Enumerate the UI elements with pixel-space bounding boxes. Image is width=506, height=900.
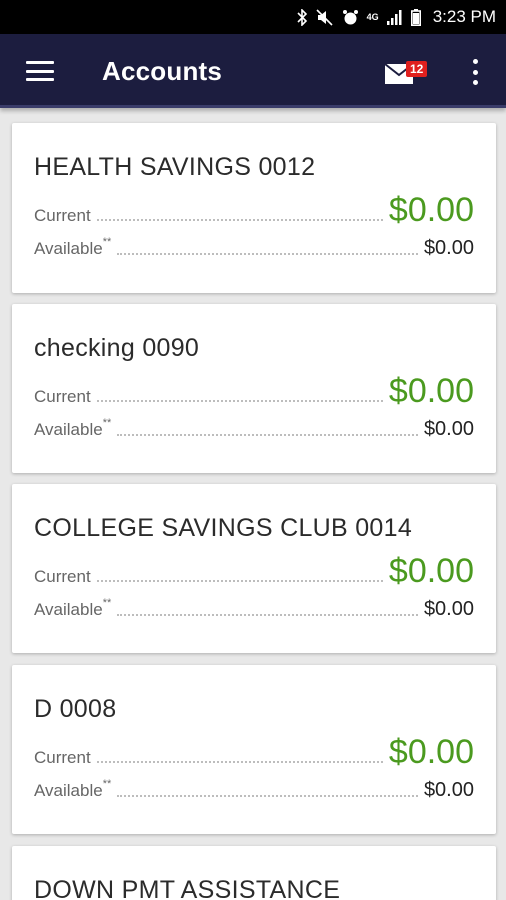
mute-icon [316, 8, 334, 26]
menu-icon[interactable] [26, 61, 54, 81]
status-bar: 4G 3:23 PM [0, 0, 506, 34]
account-list: HEALTH SAVINGS 0012 Current $0.00 Availa… [0, 108, 506, 900]
leader-dots [117, 795, 418, 797]
current-label: Current [34, 567, 91, 586]
account-name: checking 0090 [34, 334, 200, 362]
account-name: HEALTH SAVINGS 0012 [34, 153, 316, 181]
current-amount: $0.00 [388, 372, 474, 410]
account-card[interactable]: checking 0090 Current $0.00 Available** … [12, 304, 496, 473]
alarm-icon [342, 8, 359, 26]
current-balance-row: Current $0.00 [34, 733, 474, 771]
available-amount: $0.00 [423, 418, 474, 440]
available-amount: $0.00 [423, 598, 474, 620]
leader-dots [96, 761, 383, 763]
mail-badge: 12 [406, 61, 428, 77]
available-amount: $0.00 [423, 237, 474, 259]
available-balance-row: Available** $0.00 [34, 778, 474, 802]
page-title: Accounts [102, 56, 223, 86]
account-name: DOWN PMT ASSISTANCE [34, 876, 341, 900]
current-label: Current [34, 387, 91, 406]
available-balance-row: Available** $0.00 [34, 417, 474, 441]
current-amount: $0.00 [388, 733, 474, 771]
account-card[interactable]: HEALTH SAVINGS 0012 Current $0.00 Availa… [12, 123, 496, 293]
leader-dots [117, 253, 418, 255]
available-label: Available** [34, 417, 112, 439]
account-card[interactable]: D 0008 Current $0.00 Available** $0.00 [12, 665, 496, 834]
available-balance-row: Available** $0.00 [34, 597, 474, 621]
battery-icon [410, 8, 421, 26]
available-amount: $0.00 [423, 779, 474, 801]
account-name: COLLEGE SAVINGS CLUB 0014 [34, 514, 413, 542]
available-label: Available** [34, 236, 112, 258]
app-bar: Accounts 12 [0, 34, 506, 108]
available-label: Available** [34, 597, 112, 619]
account-name: D 0008 [34, 695, 117, 723]
signal-icon [386, 8, 403, 26]
current-balance-row: Current $0.00 [34, 552, 474, 590]
current-label: Current [34, 206, 91, 225]
available-balance-row: Available** $0.00 [34, 236, 474, 260]
bluetooth-icon [296, 8, 308, 26]
current-balance-row: Current $0.00 [34, 191, 474, 229]
leader-dots [96, 219, 383, 221]
leader-dots [117, 434, 418, 436]
more-options-icon[interactable] [468, 59, 482, 85]
network-type-icon: 4G [366, 11, 379, 22]
account-card[interactable]: DOWN PMT ASSISTANCE [12, 846, 496, 900]
leader-dots [96, 400, 383, 402]
account-card[interactable]: COLLEGE SAVINGS CLUB 0014 Current $0.00 … [12, 484, 496, 653]
current-label: Current [34, 748, 91, 767]
current-amount: $0.00 [388, 191, 474, 229]
leader-dots [96, 580, 383, 582]
leader-dots [117, 614, 418, 616]
available-label: Available** [34, 778, 112, 800]
current-balance-row: Current $0.00 [34, 372, 474, 410]
status-time: 3:23 PM [432, 7, 496, 26]
current-amount: $0.00 [388, 552, 474, 590]
messages-button[interactable]: 12 [384, 61, 434, 87]
